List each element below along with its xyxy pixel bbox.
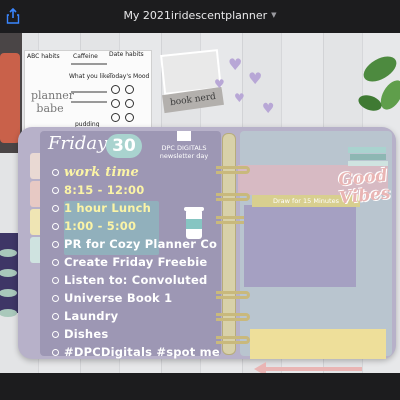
berry-jar-sticker bbox=[0, 53, 20, 143]
list-item[interactable]: Dishes bbox=[52, 327, 220, 342]
mood-face-icon bbox=[125, 99, 134, 108]
list-item[interactable]: #DPCDigitals #spot me bbox=[52, 345, 220, 360]
task-text: Laundry bbox=[64, 309, 119, 323]
coffee-cup-icon bbox=[184, 207, 204, 239]
planner-ring bbox=[216, 313, 250, 321]
mood-face-icon bbox=[111, 99, 120, 108]
sticker-label: ABC habits bbox=[27, 53, 60, 60]
mood-face-icon bbox=[125, 85, 134, 94]
heart-icon: ♥ bbox=[262, 101, 275, 117]
document-canvas[interactable]: ABC habits Caffeine Date habits What you… bbox=[0, 33, 400, 373]
planner-ring bbox=[216, 291, 250, 299]
checkbox-icon[interactable] bbox=[52, 223, 59, 230]
checkbox-icon[interactable] bbox=[52, 277, 59, 284]
list-item[interactable]: Laundry bbox=[52, 309, 220, 324]
heart-icon: ♥ bbox=[234, 91, 245, 105]
badge-line-1: DPC DIGITALS bbox=[161, 144, 207, 152]
document-title-button[interactable]: My 2021iridescentplanner ▼ bbox=[0, 9, 400, 22]
sticker-label: What you like bbox=[69, 73, 110, 80]
leaf-sticker bbox=[358, 56, 400, 111]
checkbox-icon[interactable] bbox=[52, 169, 59, 176]
checkbox-icon[interactable] bbox=[52, 241, 59, 248]
worktime-label: work time bbox=[64, 165, 140, 180]
task-text: Dishes bbox=[64, 327, 109, 341]
bottom-bar bbox=[0, 373, 400, 400]
task-text: Listen to: Convoluted bbox=[64, 273, 208, 287]
list-item[interactable]: Create Friday Freebie bbox=[52, 255, 220, 270]
envelope-icon bbox=[177, 131, 191, 141]
task-text: #DPCDigitals #spot me bbox=[64, 345, 220, 359]
checkbox-icon[interactable] bbox=[52, 259, 59, 266]
task-text: 8:15 - 12:00 bbox=[64, 183, 145, 197]
planner-ring bbox=[216, 193, 250, 201]
drawing-area[interactable] bbox=[244, 205, 356, 287]
heart-icon: ♥ bbox=[248, 69, 263, 88]
task-text: 1:00 - 5:00 bbox=[64, 219, 137, 233]
task-text: Universe Book 1 bbox=[64, 291, 173, 305]
heart-icon: ♥ bbox=[214, 77, 225, 91]
arrow-sticker bbox=[254, 362, 362, 373]
heart-icon: ♥ bbox=[228, 55, 243, 74]
title-bar: My 2021iridescentplanner ▼ bbox=[0, 0, 400, 33]
day-heading: Friday bbox=[48, 133, 108, 154]
sticker-label: Caffeine bbox=[73, 53, 98, 60]
checkbox-icon[interactable] bbox=[52, 187, 59, 194]
checkbox-icon[interactable] bbox=[52, 349, 59, 356]
date-badge: 30 bbox=[106, 134, 142, 158]
good-vibes-sticker: Good Vibes bbox=[336, 166, 391, 209]
fern-sticker bbox=[0, 249, 17, 317]
sticker-lines bbox=[71, 91, 107, 93]
mood-face-icon bbox=[125, 113, 134, 122]
badge-line-2: newsletter day bbox=[159, 152, 209, 160]
list-item[interactable]: 8:15 - 12:00 bbox=[52, 183, 220, 198]
newsletter-badge: DPC DIGITALS newsletter day bbox=[148, 131, 220, 160]
planner-ring bbox=[216, 336, 250, 344]
planner-ring bbox=[216, 166, 250, 174]
checkbox-icon[interactable] bbox=[52, 313, 59, 320]
yellow-note-strip bbox=[250, 329, 386, 359]
checkbox-icon[interactable] bbox=[52, 331, 59, 338]
sticker-label: Date habits bbox=[109, 51, 144, 58]
sticker-lines bbox=[71, 63, 107, 65]
checkbox-icon[interactable] bbox=[52, 295, 59, 302]
document-title: My 2021iridescentplanner bbox=[123, 9, 268, 22]
list-item[interactable]: Universe Book 1 bbox=[52, 291, 220, 306]
planner-babe-sticker: planner babe bbox=[31, 89, 75, 115]
mood-face-icon bbox=[111, 113, 120, 122]
list-item[interactable]: work time bbox=[52, 165, 220, 180]
sticker-lines bbox=[71, 101, 107, 103]
books-sticker bbox=[348, 147, 388, 166]
chevron-down-icon: ▼ bbox=[271, 11, 277, 19]
list-item[interactable]: Listen to: Convoluted bbox=[52, 273, 220, 288]
checkbox-icon[interactable] bbox=[52, 205, 59, 212]
mood-face-icon bbox=[111, 85, 120, 94]
task-text: Create Friday Freebie bbox=[64, 255, 208, 269]
sticker-label: Today's Mood bbox=[109, 73, 150, 80]
task-text: 1 hour Lunch bbox=[64, 201, 152, 215]
